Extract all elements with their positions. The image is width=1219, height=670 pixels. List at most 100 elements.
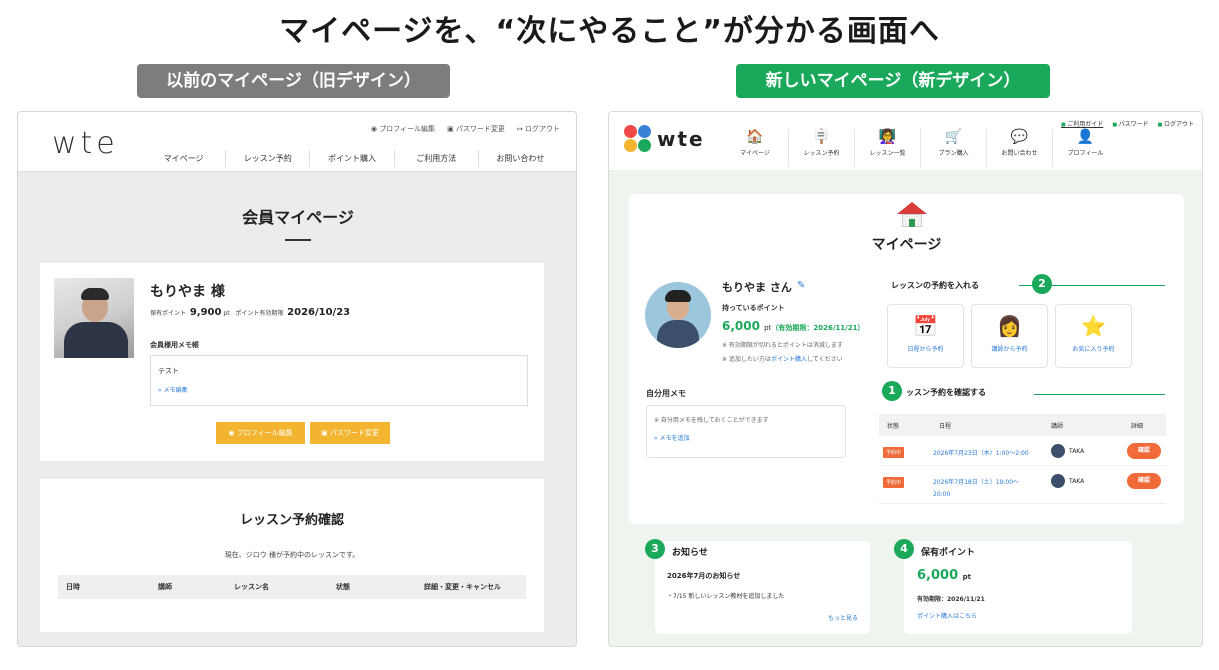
new-user-name: もりやま さん [722,281,792,294]
nav-plan-purchase[interactable]: 🛒 プラン購入 [920,129,986,167]
old-reserve-title: レッスン予約確認 [239,513,344,528]
guide-link[interactable]: ご利用ガイド [1061,119,1103,128]
confirm-button[interactable]: 確認 [1127,473,1161,489]
th-detail: 詳細・変更・キャンセル [424,583,501,591]
new-points-label: 持っているポイント [722,304,785,312]
profile-icon: 👤 [1076,129,1095,145]
th-teacher: 講師 [158,583,172,591]
old-expiry-value: 2026/10/23 [287,307,351,318]
points-card-expiry: 有効期限：2026/11/21 [917,596,985,603]
title-underline [285,239,311,241]
logout-icon: ↦ [516,125,525,133]
lock-icon: ▣ [321,429,330,437]
book-favorite-button[interactable]: ⭐ お気に入り予約 [1055,304,1132,368]
old-points-value: 9,900 [189,307,222,318]
old-memo-box: テスト » メモ編集 [150,355,528,406]
expiry-note: ※ 有効期限が切れるとポイントは消滅します [722,342,843,349]
old-memo-edit-link[interactable]: » メモ編集 [158,385,188,394]
news-more-link[interactable]: もっと見る [828,613,858,622]
points-card: 4 保有ポイント 6,000 pt 有効期限：2026/11/21 ポイント購入… [894,539,1132,634]
new-top-links: ご利用ガイド パスワード ログアウト [1061,119,1194,128]
new-page-title: マイページ [871,237,942,253]
teacher-icon: 👩‍🏫 [878,129,897,145]
confirm-button[interactable]: 確認 [1127,443,1161,459]
new-main-card: マイページ もりやま さん ✎ 持っているポイント 6,000 pt（有効期限：… [629,194,1184,524]
reservation-date[interactable]: 2026年7月23日（木）1:00〜2:00 [933,448,1029,457]
teacher-name: TAKA [1069,448,1085,455]
edit-icon[interactable]: ✎ [797,280,805,291]
table-row: 予約中 2026年7月18日（土）19:00〜 20:00 TAKA 確認 [879,466,1166,504]
news-card: 3 お知らせ 2026年7月のお知らせ ・7/15 新しいレッスン教材を追加しま… [645,539,870,634]
book-by-teacher-button[interactable]: 👩 講師から予約 [971,304,1048,368]
new-logo[interactable]: wte [657,127,705,151]
new-nav: 🏠 マイページ 🪧 レッスン予約 👩‍🏫 レッスン一覧 🛒 プラン購入 💬 お問い合わせ … [722,129,1118,167]
old-nav-lesson-reserve[interactable]: レッスン予約 [225,150,309,167]
old-memo-text: テスト [158,367,179,375]
book-by-date-button[interactable]: 📅 日程から予約 [887,304,964,368]
step-badge-4: 4 [894,539,914,559]
old-nav-point-purchase[interactable]: ポイント購入 [309,150,393,167]
old-profile-edit-button[interactable]: ◉ プロフィール編集 [216,422,305,444]
old-profile-edit-link[interactable]: ◉ プロフィール編集 [371,124,435,134]
new-points-value: 6,000 [722,319,760,333]
old-logo[interactable]: wte [52,126,119,161]
old-mypage-screenshot: wte ◉ プロフィール編集 ▣ パスワード変更 ↦ ログアウト マイページ レ… [17,111,577,647]
section-divider [1034,394,1165,395]
password-link[interactable]: パスワード [1112,119,1149,128]
old-logout-link[interactable]: ↦ ログアウト [517,124,560,134]
point-purchase-link[interactable]: ポイント購入 [771,356,807,363]
points-card-value: 6,000 pt [917,568,972,583]
old-nav: マイページ レッスン予約 ポイント購入 ご利用方法 お問い合わせ [142,150,562,167]
reservation-date[interactable]: 2026年7月18日（土）19:00〜 [933,477,1019,486]
old-nav-usage[interactable]: ご利用方法 [393,150,478,167]
new-points-line: 6,000 pt（有効期限：2026/11/21） [722,319,865,333]
nav-mypage[interactable]: 🏠 マイページ [722,129,788,167]
star-icon: ⭐ [1081,314,1106,338]
signboard-icon: 🪧 [812,129,831,145]
th-lesson: レッスン名 [234,583,269,591]
chat-icon: 💬 [1010,129,1029,145]
teacher-name: TAKA [1069,478,1085,485]
lock-icon: ▣ [447,125,456,133]
memo-label: 自分用メモ [646,389,686,398]
old-page-title: 会員マイページ [242,208,354,227]
old-header: wte ◉ プロフィール編集 ▣ パスワード変更 ↦ ログアウト マイページ レ… [18,112,576,172]
old-member-card: もりやま 様 保有ポイント 9,900 pt ポイント有効期限 2026/10/… [40,263,544,461]
news-heading: 2026年7月のお知らせ [667,572,741,580]
memo-hint: ※ 自分用メモを残しておくことができます [654,417,769,424]
memo-add-link[interactable]: » メモを追加 [654,433,690,442]
confirm-section-title: ッスン予約を確認する [906,388,986,397]
calendar-icon: 📅 [913,314,938,338]
user-icon: ◉ [228,429,237,437]
headline: マイページを、“次にやること”が分かる画面へ [279,14,940,49]
new-design-label: 新しいマイページ（新デザイン） [736,64,1050,98]
nav-lesson-list[interactable]: 👩‍🏫 レッスン一覧 [854,129,920,167]
avatar [1051,444,1065,458]
new-mypage-screenshot: wte ご利用ガイド パスワード ログアウト 🏠マイページ 🪧レッスン予約 👩‍… [608,111,1203,647]
old-nav-mypage[interactable]: マイページ [142,150,225,167]
old-top-links: ◉ プロフィール編集 ▣ パスワード変更 ↦ ログアウト [371,124,560,134]
reservation-table-header: 状態 日程 講師 詳細 [879,414,1166,436]
logout-link[interactable]: ログアウト [1158,119,1194,128]
old-nav-contact[interactable]: お問い合わせ [477,150,562,167]
nav-profile[interactable]: 👤 プロフィール [1052,129,1118,167]
new-points-expiry: （有効期限：2026/11/21） [771,324,865,332]
nav-lesson-reserve[interactable]: 🪧 レッスン予約 [788,129,854,167]
old-points-line: 保有ポイント 9,900 pt ポイント有効期限 2026/10/23 [150,307,351,318]
old-reservation-card: レッスン予約確認 現在、ジロウ 様が予約中のレッスンです。 日時 講師 レッスン… [40,479,544,632]
old-table-header: 日時 講師 レッスン名 状態 詳細・変更・キャンセル [58,575,526,599]
news-item[interactable]: ・7/15 新しいレッスン教材を追加しました [667,591,784,600]
step-badge-1: 1 [882,381,902,401]
teacher-icon: 👩 [997,314,1022,338]
th-datetime: 日時 [66,583,80,591]
points-purchase-link[interactable]: ポイント購入はこちら [917,611,977,620]
purchase-note: ※ 追加したい方はポイント購入してください [722,356,843,363]
news-title: お知らせ [672,548,708,558]
step-badge-2: 2 [1032,274,1052,294]
logo-mark-icon [624,125,652,153]
memo-box: ※ 自分用メモを残しておくことができます » メモを追加 [646,405,846,458]
old-password-link[interactable]: ▣ パスワード変更 [447,124,505,134]
nav-contact[interactable]: 💬 お問い合わせ [986,129,1052,167]
cart-icon: 🛒 [944,129,963,145]
old-password-change-button[interactable]: ▣ パスワード変更 [310,422,390,444]
